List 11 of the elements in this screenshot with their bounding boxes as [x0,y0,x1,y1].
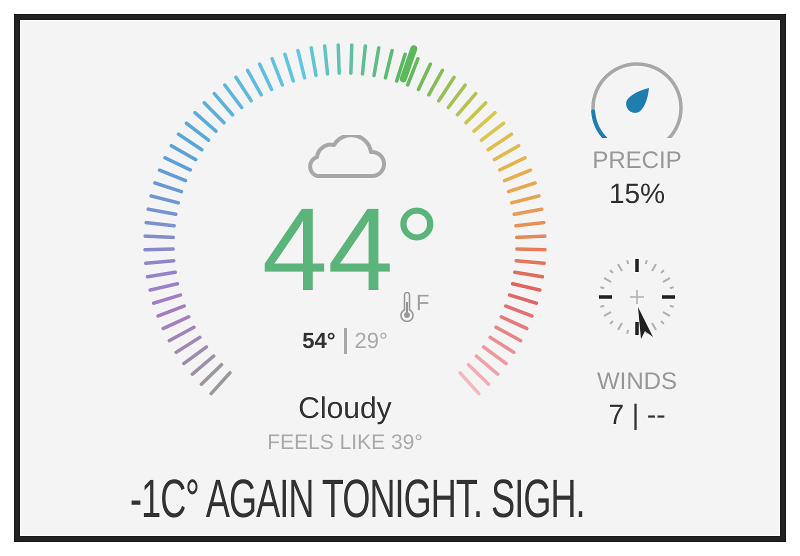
winds-value: 7 | -- [608,398,666,432]
low-temperature: 29° [354,330,388,352]
current-temperature-marker [400,45,418,82]
condition-label: Cloudy [298,391,392,427]
thermometer-icon [400,292,414,322]
caption-text: -1C° AGAIN TONIGHT. SIGH. [130,472,585,526]
feels-like-label: FEELS LIKE 39° [267,430,423,456]
high-temperature: 54° [302,330,336,352]
winds-label: WINDS [597,367,677,397]
precip-value: 15% [608,177,666,211]
precip-label: PRECIP [592,146,682,176]
